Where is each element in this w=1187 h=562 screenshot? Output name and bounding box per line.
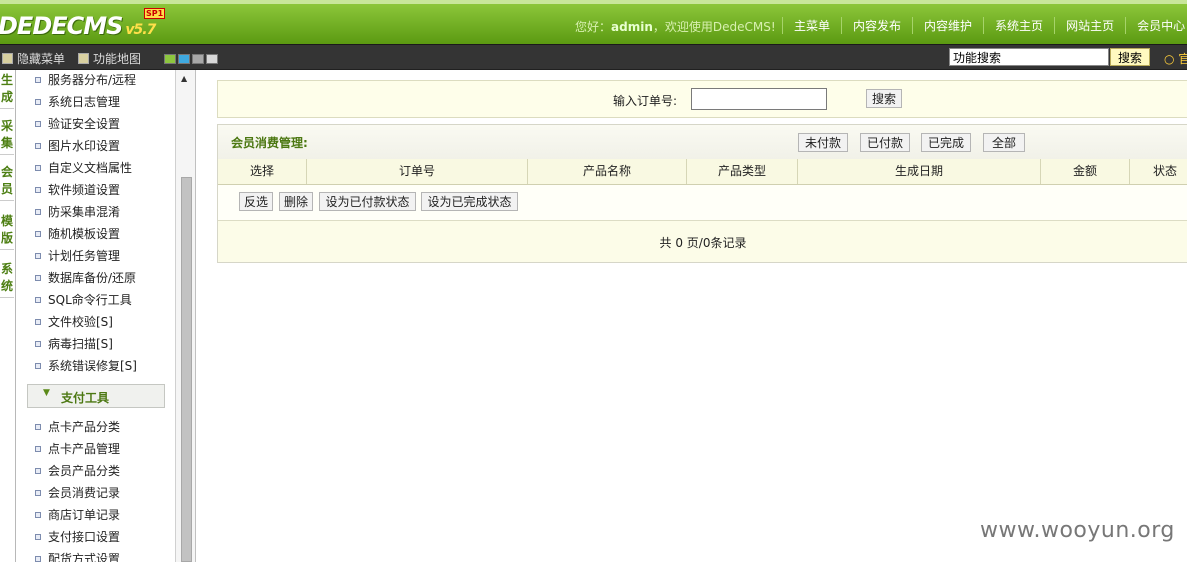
filter-completed-button[interactable]: 已完成 (921, 133, 971, 152)
set-paid-button[interactable]: 设为已付款状态 (319, 192, 416, 211)
pagination-text: 共 0 页/0条记录 (659, 236, 747, 250)
logo-version: v5.7 (125, 22, 156, 38)
menu-item[interactable]: 计划任务管理 (35, 247, 120, 264)
tab-collect[interactable]: 采集 (0, 118, 14, 155)
theme-swatches (164, 54, 218, 64)
side-menu: 服务器分布/远程 系统日志管理 验证安全设置 图片水印设置 自定义文档属性 软件… (16, 70, 174, 562)
nav-system-home[interactable]: 系统主页 (983, 17, 1054, 34)
order-number-label: 输入订单号: (613, 94, 678, 108)
set-completed-button[interactable]: 设为已完成状态 (421, 192, 518, 211)
menu-item[interactable]: 会员产品分类 (35, 462, 120, 479)
menu-item[interactable]: 自定义文档属性 (35, 159, 132, 176)
menu-item[interactable]: 软件频道设置 (35, 181, 120, 198)
welcome-text: 您好：admin，欢迎使用DedeCMS! (575, 18, 776, 35)
scroll-up-arrow-icon[interactable]: ▲ (181, 74, 187, 83)
menu-item[interactable]: 文件校验[S] (35, 313, 113, 330)
menu-item[interactable]: 数据库备份/还原 (35, 269, 136, 286)
invert-selection-button[interactable]: 反选 (239, 192, 273, 211)
sp-badge: SP1 (144, 8, 166, 19)
toolbar: 隐藏菜单 功能地图 搜索 ○ 官 (0, 44, 1187, 70)
watermark: www.wooyun.org (980, 518, 1175, 543)
filter-all-button[interactable]: 全部 (983, 133, 1025, 152)
site-map-label: 功能地图 (93, 52, 142, 66)
scrollbar-thumb[interactable] (181, 177, 192, 562)
menu-scrollbar[interactable]: ▲ (175, 70, 196, 562)
column-header-product-name: 产品名称 (528, 159, 687, 184)
menu-item[interactable]: 支付接口设置 (35, 528, 120, 545)
speaker-icon: ○ (1164, 52, 1175, 66)
menu-item[interactable]: 配货方式设置 (35, 550, 120, 562)
nav-content-publish[interactable]: 内容发布 (841, 17, 912, 34)
order-search-button[interactable]: 搜索 (866, 89, 902, 108)
column-header-product-type: 产品类型 (687, 159, 798, 184)
order-number-input[interactable] (691, 88, 827, 110)
nav-site-home[interactable]: 网站主页 (1054, 17, 1125, 34)
menu-item[interactable]: 系统错误修复[S] (35, 357, 137, 374)
column-header-order-number: 订单号 (307, 159, 528, 184)
menu-item[interactable]: 图片水印设置 (35, 137, 120, 154)
theme-swatch-light[interactable] (206, 54, 218, 64)
theme-swatch-green[interactable] (164, 54, 176, 64)
site-map-icon (78, 53, 89, 64)
tab-member[interactable]: 会员 (0, 164, 14, 201)
function-search-button[interactable]: 搜索 (1110, 48, 1150, 66)
menu-item[interactable]: 服务器分布/远程 (35, 71, 136, 88)
menu-item[interactable]: 验证安全设置 (35, 115, 120, 132)
site-map-link[interactable]: 功能地图 (78, 50, 141, 67)
official-link[interactable]: ○ 官 (1164, 50, 1187, 67)
menu-item[interactable]: 点卡产品管理 (35, 440, 120, 457)
top-nav: 主菜单 内容发布 内容维护 系统主页 网站主页 会员中心 (782, 17, 1187, 34)
menu-item[interactable]: 会员消费记录 (35, 484, 120, 501)
left-category-tabs: 生成 采集 会员 模版 系统 (0, 70, 16, 562)
menu-group-pay-tools[interactable]: ▼ 支付工具 (27, 384, 165, 408)
filter-unpaid-button[interactable]: 未付款 (798, 133, 848, 152)
tab-generate[interactable]: 生成 (0, 72, 14, 109)
nav-content-maintain[interactable]: 内容维护 (912, 17, 983, 34)
column-header-created-date: 生成日期 (798, 159, 1041, 184)
chevron-down-icon: ▼ (43, 388, 50, 398)
top-header: DEDECMS v5.7 SP1 您好：admin，欢迎使用DedeCMS! 主菜… (0, 0, 1187, 44)
menu-item[interactable]: 点卡产品分类 (35, 418, 120, 435)
function-search-input[interactable] (949, 48, 1109, 66)
theme-swatch-gray[interactable] (192, 54, 204, 64)
username: admin (611, 20, 653, 34)
welcome-prefix: 您好： (575, 20, 612, 34)
welcome-suffix: ，欢迎使用DedeCMS! (652, 20, 776, 34)
hide-menu-link[interactable]: 隐藏菜单 (2, 50, 65, 67)
panel-title-bar: 会员消费管理: 未付款 已付款 已完成 全部 (218, 125, 1187, 160)
hide-menu-icon (2, 53, 13, 64)
nav-member-center[interactable]: 会员中心 (1125, 17, 1187, 34)
menu-group-label: 支付工具 (61, 391, 110, 405)
delete-button[interactable]: 删除 (279, 192, 313, 211)
menu-item[interactable]: 系统日志管理 (35, 93, 120, 110)
pagination-row: 共 0 页/0条记录 (218, 221, 1187, 262)
member-consumption-panel: 会员消费管理: 未付款 已付款 已完成 全部 选择 订单号 产品名称 产品类型 … (217, 124, 1187, 263)
menu-item[interactable]: 病毒扫描[S] (35, 335, 113, 352)
column-header-select: 选择 (218, 159, 307, 184)
panel-title: 会员消费管理: (231, 136, 308, 150)
tab-template[interactable]: 模版 (0, 213, 14, 250)
menu-item[interactable]: 商店订单记录 (35, 506, 120, 523)
column-header-status: 状态 (1152, 164, 1177, 178)
table-header: 选择 订单号 产品名称 产品类型 生成日期 金额 状态 (218, 159, 1187, 185)
dedecms-logo: DEDECMS v5.7 SP1 (0, 8, 166, 40)
menu-item[interactable]: 防采集串混淆 (35, 203, 120, 220)
logo-text: DEDECMS (0, 12, 123, 40)
hide-menu-label: 隐藏菜单 (17, 52, 66, 66)
order-search-panel: 输入订单号: 搜索 (217, 80, 1187, 118)
tab-system[interactable]: 系统 (0, 261, 14, 298)
bulk-actions-row: 反选 删除 设为已付款状态 设为已完成状态 (218, 185, 1187, 221)
theme-swatch-blue[interactable] (178, 54, 190, 64)
menu-item[interactable]: SQL命令行工具 (35, 291, 132, 308)
official-label: 官 (1178, 52, 1187, 66)
filter-paid-button[interactable]: 已付款 (860, 133, 910, 152)
column-header-amount: 金额 (1041, 159, 1130, 184)
nav-main-menu[interactable]: 主菜单 (782, 17, 841, 34)
menu-item[interactable]: 随机模板设置 (35, 225, 120, 242)
